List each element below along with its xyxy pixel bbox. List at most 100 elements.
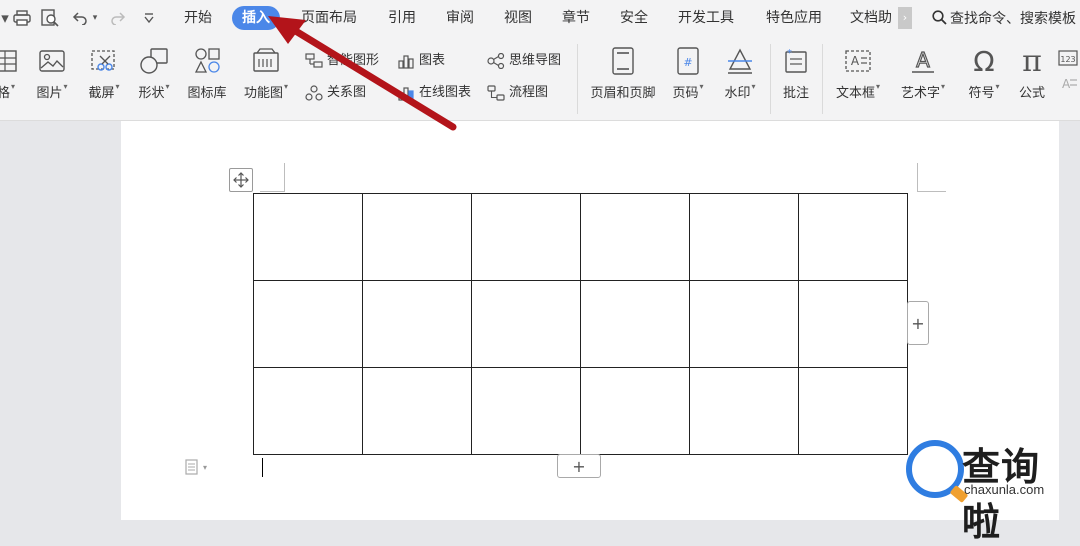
table-cell[interactable] [689,367,799,455]
table-move-handle-icon[interactable] [229,168,253,192]
tab-insert[interactable]: 插入 [232,6,280,30]
tab-special-apps[interactable]: 特色应用 [762,6,826,30]
caret-icon: ▾ [751,82,756,91]
screenshot-label: 截屏 [88,86,115,101]
tab-references[interactable]: 引用 [382,6,422,30]
relation-chart-icon [304,84,324,102]
header-footer-button[interactable]: 页眉和页脚 [584,46,662,110]
table-cell[interactable] [471,280,581,368]
chart-button[interactable]: 图表 [396,50,445,72]
relation-chart-button[interactable]: 关系图 [304,82,366,104]
caret-icon: ▾ [115,82,120,91]
tab-view[interactable]: 视图 [498,6,538,30]
textbox-button[interactable]: A 文本框▾ [830,46,886,110]
ribbon-insert: 格▾ 图片▾ 截屏▾ 形状▾ 图标库 功能图▾ 智能图形 关系图 图表 在线图表… [0,36,1080,121]
undo-icon[interactable] [72,8,88,28]
redo-icon[interactable] [110,8,126,28]
table-cell[interactable] [362,367,472,455]
undo-dropdown-icon[interactable]: ▾ [90,8,100,28]
document-table[interactable] [253,193,908,455]
svg-text:*: * [787,48,792,59]
table-cell[interactable] [362,193,472,281]
logo-magnifier-icon [906,440,964,498]
tab-page-layout[interactable]: 页面布局 [298,6,360,30]
smart-graphic-button[interactable]: 智能图形 [304,50,379,72]
add-column-button[interactable]: + [907,301,929,345]
table-cell[interactable] [362,280,472,368]
tab-developer-tools[interactable]: 开发工具 [674,6,738,30]
tab-review[interactable]: 审阅 [440,6,480,30]
pi-icon: π [1022,43,1042,79]
search-icon [932,6,947,30]
watermark-button[interactable]: 水印▾ [718,46,762,110]
site-watermark-logo: 查询啦 chaxunla.com [906,436,1074,544]
screenshot-button[interactable]: 截屏▾ [82,46,126,110]
customize-toolbar-icon[interactable] [142,8,156,28]
comment-button[interactable]: * 批注 [776,46,816,110]
mind-map-button[interactable]: 思维导图 [486,50,561,72]
picture-button[interactable]: 图片▾ [30,46,74,110]
svg-text:A: A [916,48,930,72]
comment-label: 批注 [782,86,809,101]
omega-icon: Ω [973,44,995,78]
flowchart-button[interactable]: 流程图 [486,82,548,104]
caret-icon: ▾ [284,82,289,91]
command-search[interactable]: 查找命令、搜索模板 [932,6,1076,30]
caret-icon: ▾ [165,82,170,91]
table-cell[interactable] [253,193,363,281]
symbol-button[interactable]: Ω 符号▾ [962,44,1006,110]
bar-chart-icon [396,52,416,70]
table-cell[interactable] [253,367,363,455]
table-cell[interactable] [471,193,581,281]
menu-arrow-icon[interactable]: ▾ [0,8,10,28]
tab-section[interactable]: 章节 [556,6,596,30]
function-chart-button[interactable]: 功能图▾ [238,46,294,110]
tab-start[interactable]: 开始 [178,6,218,30]
icon-library-button[interactable]: 图标库 [184,46,230,110]
ribbon-separator [577,44,578,114]
page-number-button[interactable]: # 页码▾ [668,46,708,110]
table-cell[interactable] [798,367,908,455]
table-cell[interactable] [253,280,363,368]
tab-security[interactable]: 安全 [614,6,654,30]
margin-corner-mark [260,163,285,192]
header-footer-icon [584,46,662,76]
scissors-icon [82,46,126,76]
print-preview-icon[interactable] [40,8,60,28]
table-button[interactable]: 格▾ [0,46,20,110]
shapes-label: 形状 [138,86,165,101]
formula-button[interactable]: π 公式 [1012,43,1052,110]
wordart-button[interactable]: A 艺术字▾ [894,46,952,110]
table-cell[interactable] [580,193,690,281]
flowchart-icon [486,84,506,102]
online-chart-button[interactable]: 在线图表 [396,82,471,104]
smart-graphic-icon [304,52,324,70]
caret-icon: ▾ [876,82,881,91]
smart-graphic-label: 智能图形 [327,53,380,68]
numbering-button[interactable]: 123 A [1056,50,1080,114]
wordart-label: 艺术字 [900,86,940,101]
table-cell[interactable] [798,193,908,281]
table-cell[interactable] [471,367,581,455]
table-cell[interactable] [798,280,908,368]
add-row-button[interactable]: + [557,454,601,478]
svg-text:A: A [1062,77,1071,91]
text-cursor [262,458,263,477]
watermark-icon [718,46,762,76]
table-cell[interactable] [580,367,690,455]
table-cell[interactable] [689,193,799,281]
function-chart-label: 功能图 [243,86,283,101]
table-label: 格 [0,86,10,101]
shapes-button[interactable]: 形状▾ [132,46,176,110]
print-icon[interactable] [12,8,32,28]
online-chart-label: 在线图表 [419,85,472,100]
paragraph-menu-icon[interactable]: ▾ [185,459,207,475]
flowchart-label: 流程图 [509,85,549,100]
svg-text:123: 123 [1060,55,1075,64]
tab-doc-assistant[interactable]: 文档助 [850,6,898,30]
more-tabs-chevron-icon[interactable]: › [898,7,912,29]
table-cell[interactable] [580,280,690,368]
menu-bar: ▾ ▾ 开始 插入 页面布局 引用 审阅 视图 章节 安全 开发工具 特色应用 … [0,0,1080,36]
caret-icon: ▾ [699,82,704,91]
table-cell[interactable] [689,280,799,368]
